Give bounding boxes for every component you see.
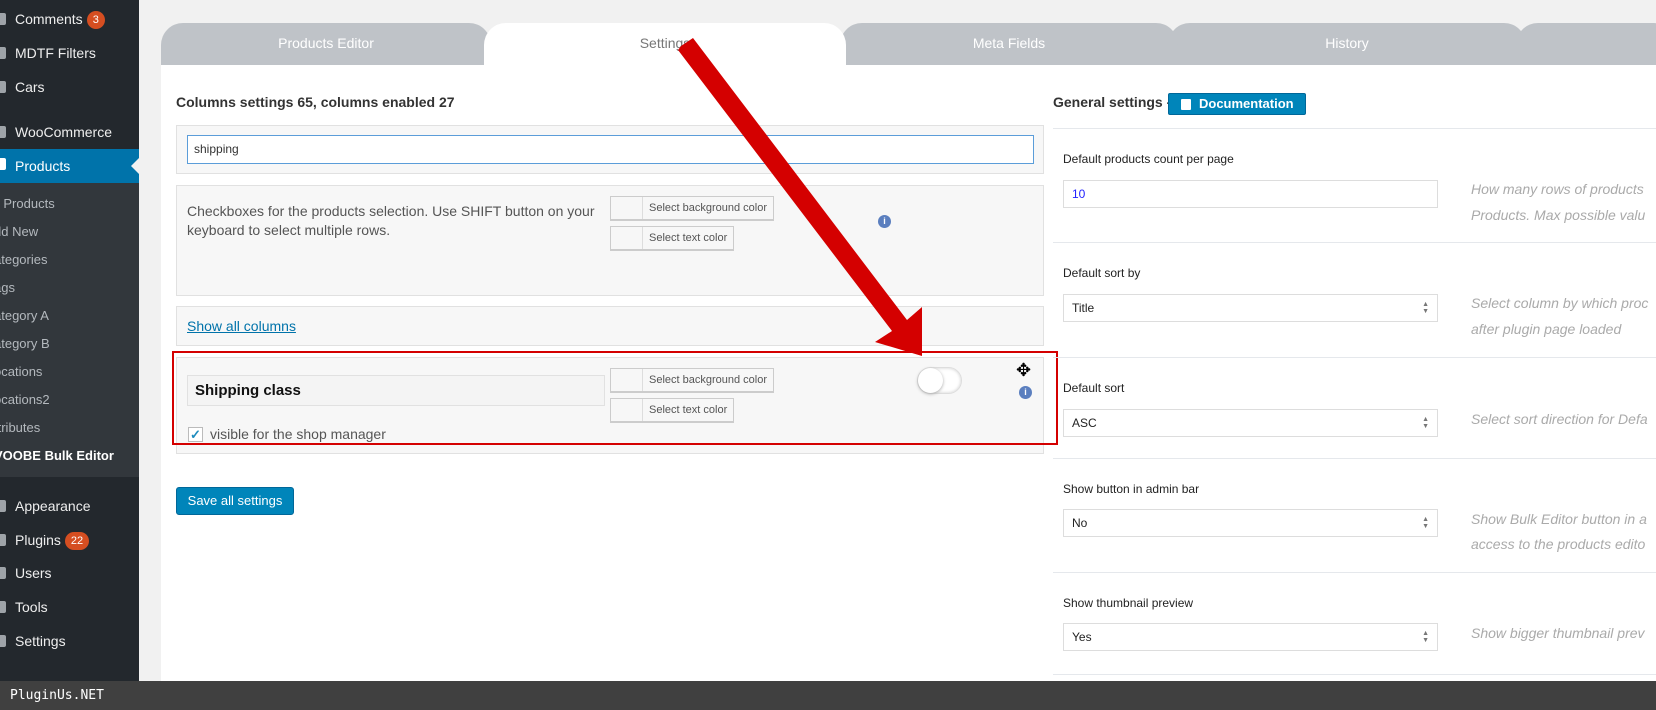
annotation-arrow-icon [678, 38, 922, 356]
footer-watermark: PluginUs.NET [0, 681, 1656, 710]
